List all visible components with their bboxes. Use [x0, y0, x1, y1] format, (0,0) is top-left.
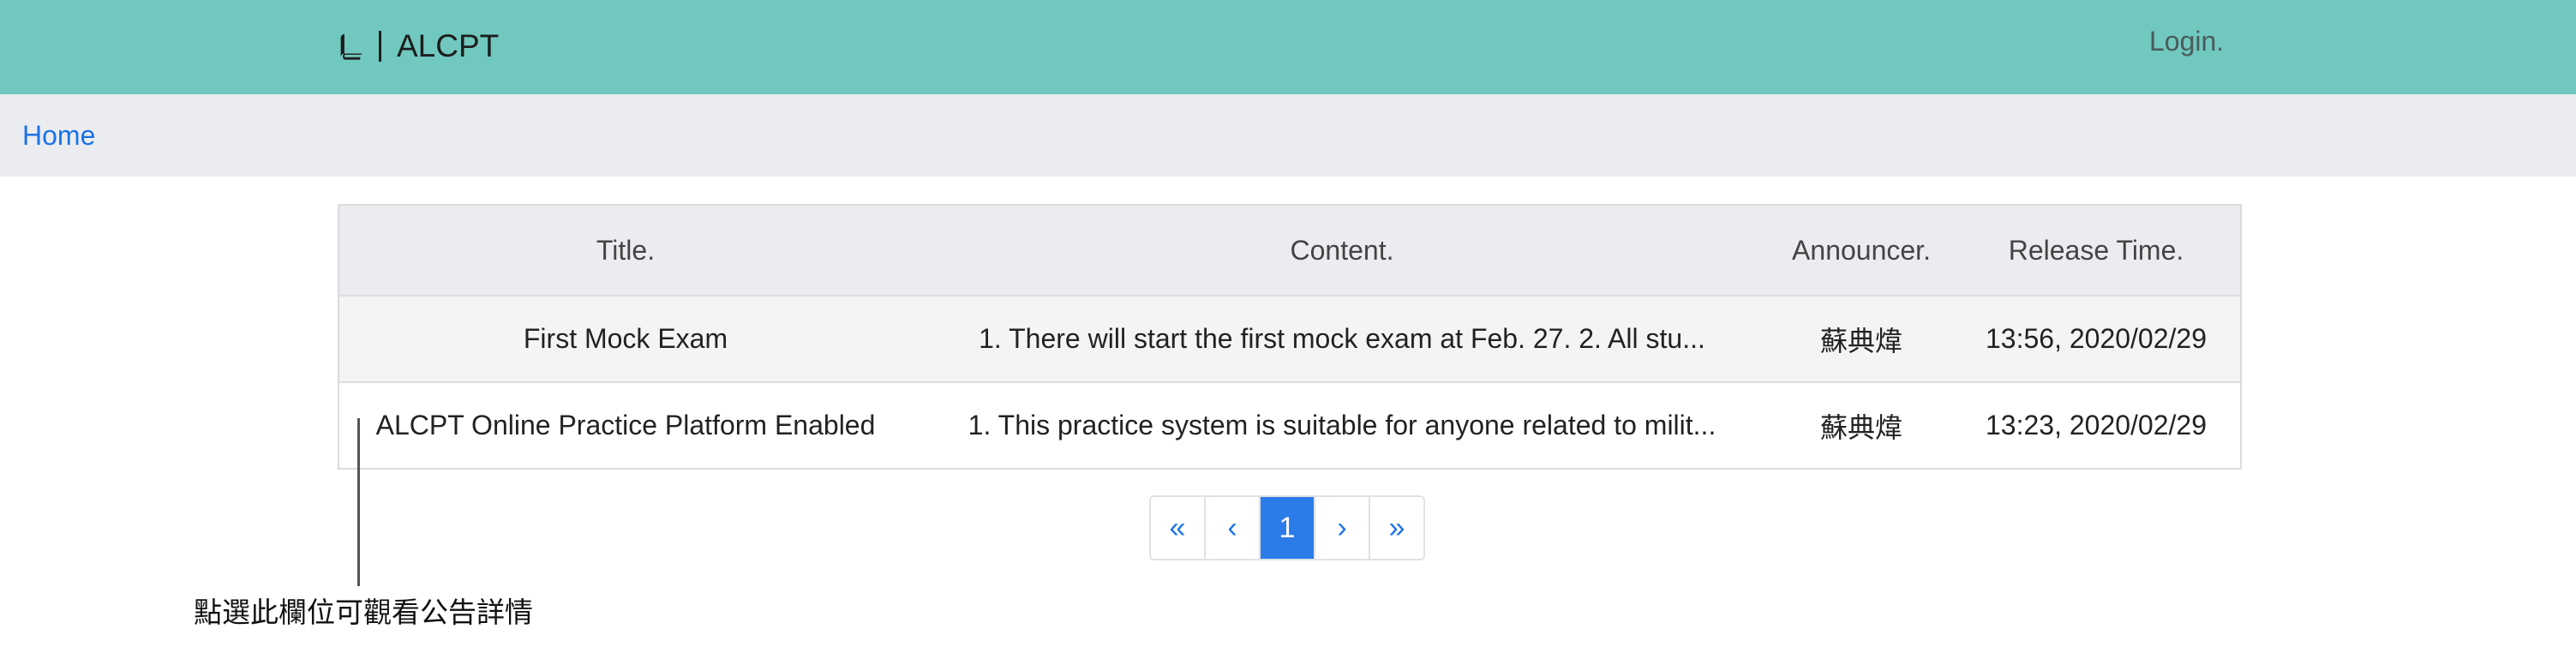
breadcrumb-home-link[interactable]: Home: [22, 120, 95, 152]
cell-release-time[interactable]: 13:56, 2020/02/29: [1952, 296, 2240, 383]
page-prev-button[interactable]: ‹: [1206, 497, 1261, 559]
table-header-row: Title. Content. Announcer. Release Time.: [338, 204, 2240, 297]
header-announcer: Announcer.: [1770, 204, 1952, 297]
cell-content[interactable]: 1. This practice system is suitable for …: [914, 382, 1770, 470]
cell-announcer[interactable]: 蘇典煒: [1770, 296, 1952, 383]
cell-content[interactable]: 1. There will start the first mock exam …: [914, 296, 1770, 383]
callout-line: [357, 418, 360, 586]
header-title: Title.: [338, 204, 914, 297]
announcements-table: Title. Content. Announcer. Release Time.…: [338, 204, 2240, 470]
cell-announcer[interactable]: 蘇典煒: [1770, 382, 1952, 470]
pagination: « ‹ 1 › »: [1149, 495, 1425, 560]
page-last-button[interactable]: »: [1370, 497, 1423, 559]
breadcrumb: Home: [0, 94, 2576, 177]
header-release-time: Release Time.: [1952, 204, 2240, 297]
page-first-button[interactable]: «: [1151, 497, 1206, 559]
cell-title[interactable]: ALCPT Online Practice Platform Enabled: [338, 382, 914, 470]
cell-title[interactable]: First Mock Exam: [338, 296, 914, 383]
brand-separator: [379, 31, 381, 62]
page-current-button[interactable]: 1: [1261, 497, 1315, 559]
callout-annotation: 點選此欄位可觀看公告詳情: [194, 596, 533, 629]
top-navbar: ALCPT Login.: [0, 0, 2576, 94]
brand-title: ALCPT: [397, 28, 500, 63]
header-content: Content.: [914, 204, 1770, 297]
page-next-button[interactable]: ›: [1315, 497, 1370, 559]
table-row[interactable]: ALCPT Online Practice Platform Enabled 1…: [338, 382, 2240, 470]
login-link[interactable]: Login.: [2149, 26, 2224, 57]
book-icon: [336, 32, 365, 61]
table-row[interactable]: First Mock Exam 1. There will start the …: [338, 296, 2240, 383]
cell-release-time[interactable]: 13:23, 2020/02/29: [1952, 382, 2240, 470]
brand[interactable]: ALCPT: [336, 21, 499, 72]
